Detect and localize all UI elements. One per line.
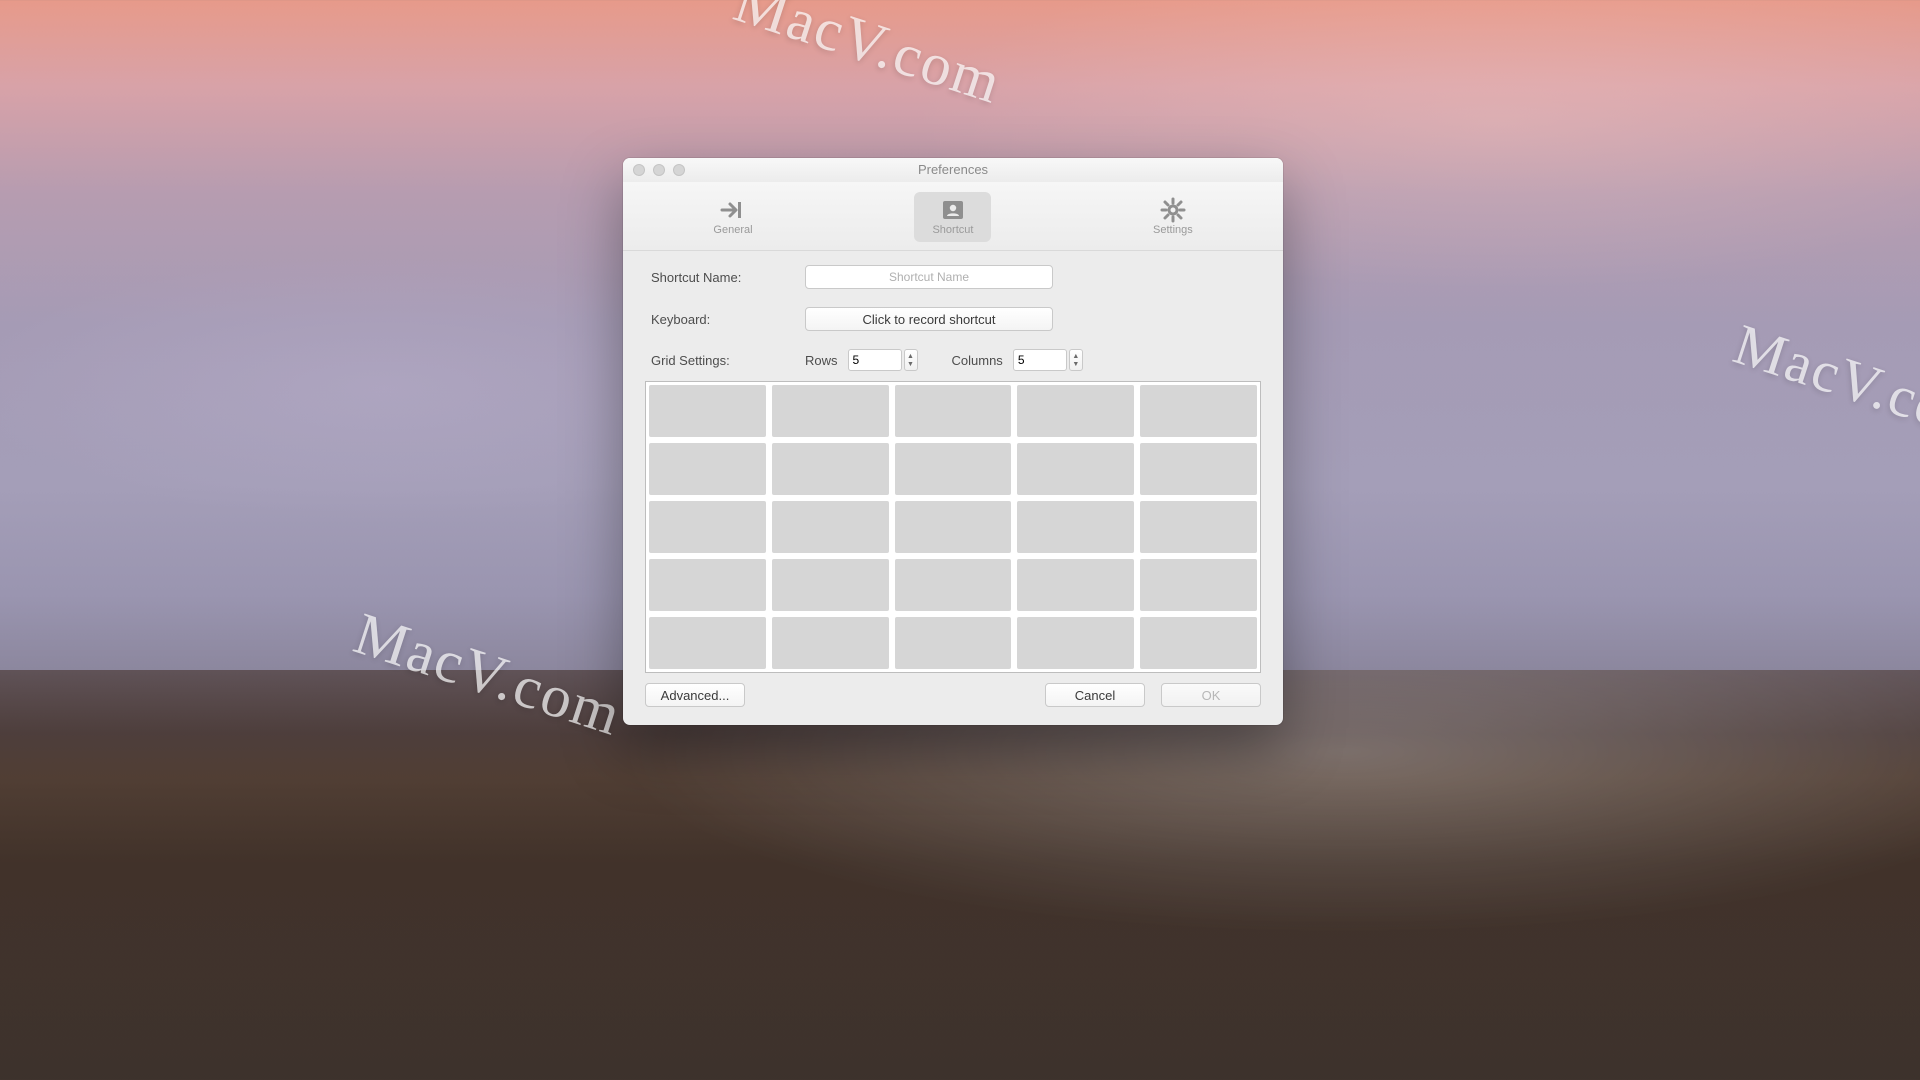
grid-cell[interactable] bbox=[895, 501, 1012, 553]
window-close-button[interactable] bbox=[633, 164, 645, 176]
columns-input[interactable] bbox=[1013, 349, 1067, 371]
preferences-body: Shortcut Name: Keyboard: Click to record… bbox=[623, 251, 1283, 725]
grid-cell[interactable] bbox=[772, 501, 889, 553]
grid-cell[interactable] bbox=[1140, 617, 1257, 669]
window-titlebar: Preferences bbox=[623, 158, 1283, 182]
grid-cell[interactable] bbox=[1017, 385, 1134, 437]
grid-cell[interactable] bbox=[1140, 559, 1257, 611]
rows-label: Rows bbox=[805, 353, 838, 368]
grid-cell[interactable] bbox=[1140, 443, 1257, 495]
watermark: MacV.com bbox=[1726, 310, 1920, 456]
shortcut-name-input[interactable] bbox=[805, 265, 1053, 289]
grid-cell[interactable] bbox=[772, 385, 889, 437]
contact-card-icon bbox=[939, 196, 967, 224]
columns-label: Columns bbox=[952, 353, 1003, 368]
grid-cell[interactable] bbox=[895, 559, 1012, 611]
keyboard-label: Keyboard: bbox=[645, 312, 805, 327]
tab-shortcut[interactable]: Shortcut bbox=[843, 186, 1063, 250]
cancel-button[interactable]: Cancel bbox=[1045, 683, 1145, 707]
grid-cell[interactable] bbox=[895, 443, 1012, 495]
ok-button[interactable]: OK bbox=[1161, 683, 1261, 707]
window-minimize-button[interactable] bbox=[653, 164, 665, 176]
grid-cell[interactable] bbox=[772, 443, 889, 495]
tab-general[interactable]: General bbox=[623, 186, 843, 250]
window-title: Preferences bbox=[918, 162, 988, 177]
gear-icon bbox=[1159, 196, 1187, 224]
arrow-right-bar-icon bbox=[719, 196, 747, 224]
window-traffic-lights bbox=[633, 164, 685, 176]
grid-cell[interactable] bbox=[1017, 617, 1134, 669]
grid-cell[interactable] bbox=[895, 385, 1012, 437]
preferences-window: Preferences General bbox=[623, 158, 1283, 725]
grid-settings-label: Grid Settings: bbox=[645, 353, 805, 368]
tab-label: Settings bbox=[1153, 224, 1193, 236]
rows-input[interactable] bbox=[848, 349, 902, 371]
grid-cell[interactable] bbox=[895, 617, 1012, 669]
watermark: MacV.com bbox=[346, 599, 630, 750]
grid-cell[interactable] bbox=[649, 617, 766, 669]
grid-cell[interactable] bbox=[649, 501, 766, 553]
grid-cell[interactable] bbox=[649, 443, 766, 495]
advanced-button[interactable]: Advanced... bbox=[645, 683, 745, 707]
chevron-up-icon: ▲ bbox=[907, 352, 914, 360]
grid-cell[interactable] bbox=[1017, 559, 1134, 611]
columns-stepper[interactable]: ▲ ▼ bbox=[1013, 349, 1083, 371]
grid-cell[interactable] bbox=[1017, 443, 1134, 495]
record-shortcut-button[interactable]: Click to record shortcut bbox=[805, 307, 1053, 331]
grid-cell[interactable] bbox=[772, 617, 889, 669]
grid-cell[interactable] bbox=[772, 559, 889, 611]
watermark: MacV.com bbox=[726, 0, 1010, 118]
grid-cell[interactable] bbox=[649, 559, 766, 611]
chevron-up-icon: ▲ bbox=[1072, 352, 1079, 360]
shortcut-name-label: Shortcut Name: bbox=[645, 270, 805, 285]
grid-cell[interactable] bbox=[1140, 501, 1257, 553]
preferences-toolbar: General Shortcut bbox=[623, 182, 1283, 251]
grid-preview bbox=[645, 381, 1261, 673]
tab-settings[interactable]: Settings bbox=[1063, 186, 1283, 250]
chevron-down-icon: ▼ bbox=[907, 360, 914, 368]
tab-label: General bbox=[713, 224, 752, 236]
window-zoom-button[interactable] bbox=[673, 164, 685, 176]
tab-label: Shortcut bbox=[932, 224, 973, 236]
chevron-down-icon: ▼ bbox=[1072, 360, 1079, 368]
grid-cell[interactable] bbox=[1140, 385, 1257, 437]
grid-cell[interactable] bbox=[1017, 501, 1134, 553]
columns-stepper-arrows[interactable]: ▲ ▼ bbox=[1069, 349, 1083, 371]
rows-stepper-arrows[interactable]: ▲ ▼ bbox=[904, 349, 918, 371]
grid-cell[interactable] bbox=[649, 385, 766, 437]
rows-stepper[interactable]: ▲ ▼ bbox=[848, 349, 918, 371]
